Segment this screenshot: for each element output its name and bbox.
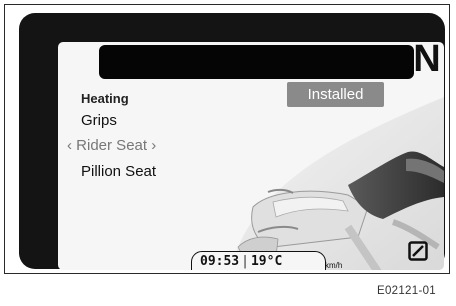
time-temperature-readout: 09:53 | 19°C xyxy=(200,254,282,269)
menu-item-rider-seat[interactable]: ‹ Rider Seat › xyxy=(67,137,156,154)
display-bezel: N Heating Grips ‹ Rider Seat › Pillion S… xyxy=(19,13,445,270)
abs-off-icon xyxy=(408,241,428,261)
clock-time: 09:53 xyxy=(200,254,240,269)
separator: | xyxy=(241,254,249,269)
menu-item-label: Rider Seat xyxy=(76,137,148,154)
figure-caption: E02121-01 xyxy=(377,285,436,297)
menu-item-label: Grips xyxy=(81,112,117,129)
chevron-right-icon: › xyxy=(151,137,157,154)
ambient-temperature: 19°C xyxy=(250,254,283,269)
chevron-left-icon: ‹ xyxy=(67,137,72,154)
menu-item-label: Pillion Seat xyxy=(81,163,157,180)
speed-unit: km/h xyxy=(325,261,343,270)
gear-indicator: N xyxy=(413,42,441,80)
menu-heading: Heating xyxy=(81,91,129,106)
menu-item-grips[interactable]: Grips xyxy=(81,112,117,129)
top-status-bar xyxy=(99,45,414,79)
menu-item-pillion-seat[interactable]: Pillion Seat xyxy=(81,163,156,180)
installed-status-badge: Installed xyxy=(287,82,384,107)
display-screen: N Heating Grips ‹ Rider Seat › Pillion S… xyxy=(58,42,444,270)
